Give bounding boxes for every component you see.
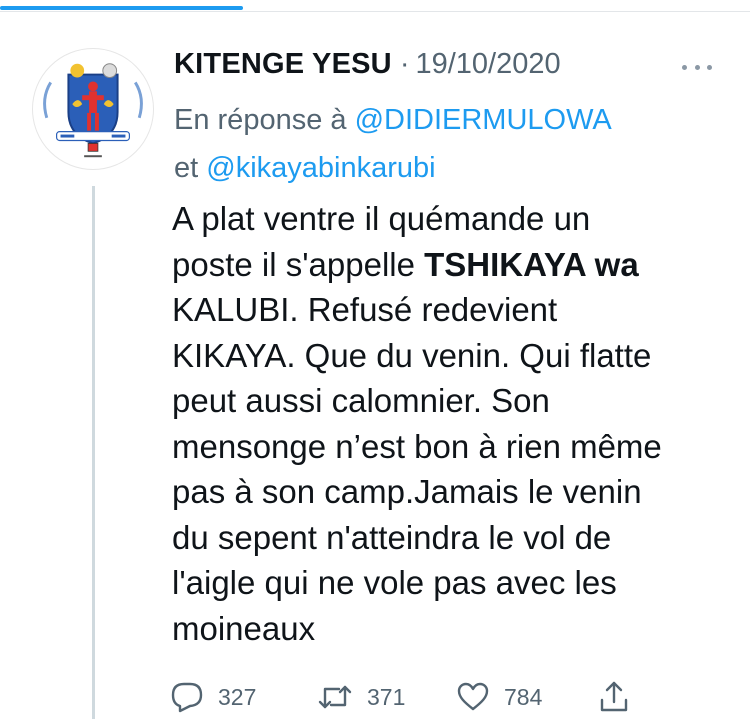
reply-prefix: En réponse à — [174, 104, 347, 136]
tweet-text-line: pas à son camp.Jamais le venin — [172, 473, 642, 510]
reply-icon — [171, 682, 203, 713]
like-button[interactable]: 784 — [456, 676, 542, 718]
thread-line — [92, 186, 95, 719]
tweet-header: KITENGE YESU · 19/10/2020 — [174, 48, 734, 90]
share-icon — [600, 681, 628, 712]
avatar[interactable] — [32, 48, 154, 170]
more-dots-icon[interactable] — [682, 58, 712, 76]
top-divider — [0, 11, 750, 12]
reply-button[interactable]: 327 — [170, 676, 256, 718]
header-separator: · — [399, 48, 410, 80]
coat-of-arms-avatar-icon — [33, 49, 153, 169]
tweet-text-line: KALUBI. Refusé redevient — [172, 291, 558, 328]
heart-icon — [457, 682, 489, 711]
reply-context: En réponse à @DIDIERMULOWA — [174, 100, 734, 140]
retweet-count: 371 — [367, 683, 406, 710]
reply-context-continued: et @kikayabinkarubi — [174, 148, 734, 188]
tweet-text-line: KIKAYA. Que du venin. Qui flatte — [172, 336, 652, 374]
tweet-text-segment: poste il s'appelle — [172, 245, 425, 283]
tweet-text-bold: TSHIKAYA wa — [424, 245, 639, 283]
like-count: 784 — [504, 683, 543, 710]
retweet-icon — [318, 685, 352, 709]
reply-joiner: et — [174, 152, 199, 184]
retweet-button[interactable]: 371 — [317, 676, 405, 718]
tweet-actions: 327 371 784 — [170, 676, 640, 718]
active-tab-indicator — [0, 6, 243, 10]
tweet-page: KITENGE YESU · 19/10/2020 En réponse à @… — [0, 0, 750, 719]
reply-count: 327 — [218, 683, 257, 710]
tweet-text-line: moineaux — [172, 609, 316, 647]
tweet-text-line: peut aussi calomnier. Son — [172, 382, 550, 419]
tweet-text-line: l'aigle qui ne vole pas avec les — [172, 564, 617, 601]
author-name[interactable]: KITENGE YESU — [174, 48, 392, 81]
tweet-text-line: poste il s'appelle TSHIKAYA wa — [172, 242, 737, 288]
mention-link-2[interactable]: @kikayabinkarubi — [206, 152, 435, 184]
tweet-date[interactable]: 19/10/2020 — [415, 48, 560, 81]
tweet-text-line: du sepent n'atteindra le vol de — [172, 518, 612, 556]
tweet-text: A plat ventre il quémande un poste il s'… — [172, 196, 737, 651]
share-button[interactable] — [598, 676, 630, 718]
tweet-text-line: A plat ventre il quémande un — [172, 200, 591, 237]
mention-link-1[interactable]: @DIDIERMULOWA — [355, 104, 612, 136]
tweet-text-line: mensonge n’est bon à rien même — [172, 427, 662, 465]
